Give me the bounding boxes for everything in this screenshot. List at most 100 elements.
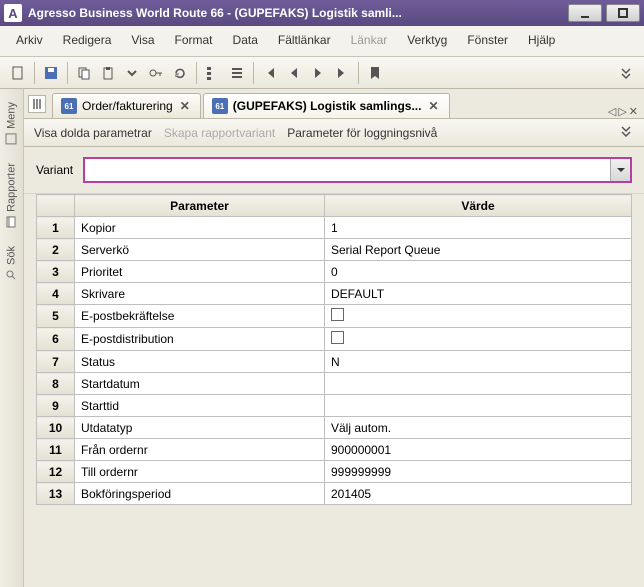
last-icon[interactable] bbox=[330, 61, 354, 85]
list-icon[interactable] bbox=[225, 61, 249, 85]
cell-parameter: Till ordernr bbox=[75, 461, 325, 483]
checkbox[interactable] bbox=[331, 331, 344, 344]
cell-parameter: Bokföringsperiod bbox=[75, 483, 325, 505]
next-icon[interactable] bbox=[306, 61, 330, 85]
cell-parameter: Skrivare bbox=[75, 283, 325, 305]
table-row[interactable]: 8Startdatum bbox=[37, 373, 632, 395]
col-parameter: Parameter bbox=[75, 195, 325, 217]
toolbar-overflow-icon[interactable] bbox=[620, 66, 638, 80]
table-row[interactable]: 9Starttid bbox=[37, 395, 632, 417]
variant-input[interactable] bbox=[85, 159, 610, 181]
link-skapa-rapportvariant: Skapa rapportvariant bbox=[164, 126, 275, 140]
cell-value[interactable]: 201405 bbox=[325, 483, 632, 505]
cell-value[interactable]: Välj autom. bbox=[325, 417, 632, 439]
cell-value[interactable] bbox=[325, 395, 632, 417]
cell-parameter: E-postbekräftelse bbox=[75, 305, 325, 328]
cell-value[interactable] bbox=[325, 305, 632, 328]
key-icon[interactable] bbox=[144, 61, 168, 85]
maximize-button[interactable] bbox=[606, 4, 640, 22]
bookmark-icon[interactable] bbox=[363, 61, 387, 85]
table-row[interactable]: 11Från ordernr900000001 bbox=[37, 439, 632, 461]
menu-hjalp[interactable]: Hjälp bbox=[518, 30, 565, 50]
menu-visa[interactable]: Visa bbox=[121, 30, 164, 50]
cell-value[interactable]: N bbox=[325, 351, 632, 373]
refresh-icon[interactable] bbox=[168, 61, 192, 85]
minimize-button[interactable] bbox=[568, 4, 602, 22]
menu-arkiv[interactable]: Arkiv bbox=[6, 30, 53, 50]
row-number: 1 bbox=[37, 217, 75, 239]
tab-order-fakturering[interactable]: 61 Order/fakturering ✕ bbox=[52, 93, 201, 118]
first-icon[interactable] bbox=[258, 61, 282, 85]
table-row[interactable]: 7StatusN bbox=[37, 351, 632, 373]
rail-tab-sok[interactable]: Sök bbox=[0, 239, 23, 288]
table-row[interactable]: 3Prioritet0 bbox=[37, 261, 632, 283]
paste-icon[interactable] bbox=[96, 61, 120, 85]
link-parameter-loggningsniva[interactable]: Parameter för loggningsnivå bbox=[287, 126, 437, 140]
checkbox[interactable] bbox=[331, 308, 344, 321]
toolbar bbox=[0, 57, 644, 89]
close-icon[interactable]: ✕ bbox=[426, 99, 440, 113]
row-number: 11 bbox=[37, 439, 75, 461]
tab-label: (GUPEFAKS) Logistik samlings... bbox=[233, 99, 422, 113]
tab-close-all-icon[interactable]: ✕ bbox=[629, 105, 638, 118]
cell-parameter: Serverkö bbox=[75, 239, 325, 261]
tab-icon: 61 bbox=[61, 98, 77, 114]
table-row[interactable]: 10UtdatatypVälj autom. bbox=[37, 417, 632, 439]
table-row[interactable]: 6E-postdistribution bbox=[37, 328, 632, 351]
cell-value[interactable]: DEFAULT bbox=[325, 283, 632, 305]
cell-value[interactable] bbox=[325, 328, 632, 351]
menu-fonster[interactable]: Fönster bbox=[457, 30, 518, 50]
menu-bar: Arkiv Redigera Visa Format Data Fältlänk… bbox=[0, 26, 644, 57]
tab-gupefaks-logistik[interactable]: 61 (GUPEFAKS) Logistik samlings... ✕ bbox=[203, 93, 450, 118]
tab-label: Order/fakturering bbox=[82, 99, 173, 113]
cell-value[interactable]: 1 bbox=[325, 217, 632, 239]
cell-parameter: Utdatatyp bbox=[75, 417, 325, 439]
row-number: 7 bbox=[37, 351, 75, 373]
parameter-grid-wrap: Parameter Värde 1Kopior12ServerköSerial … bbox=[24, 194, 644, 513]
tab-scroll-left-icon[interactable]: ◁ bbox=[608, 105, 616, 118]
cell-value[interactable]: 0 bbox=[325, 261, 632, 283]
menu-data[interactable]: Data bbox=[223, 30, 268, 50]
table-row[interactable]: 1Kopior1 bbox=[37, 217, 632, 239]
tree-icon[interactable] bbox=[201, 61, 225, 85]
chevron-down-icon[interactable] bbox=[120, 61, 144, 85]
menu-format[interactable]: Format bbox=[165, 30, 223, 50]
cell-parameter: Från ordernr bbox=[75, 439, 325, 461]
cell-value[interactable]: 999999999 bbox=[325, 461, 632, 483]
cell-parameter: Startdatum bbox=[75, 373, 325, 395]
row-number: 10 bbox=[37, 417, 75, 439]
link-visa-dolda-parametrar[interactable]: Visa dolda parametrar bbox=[34, 126, 152, 140]
tab-scroll-right-icon[interactable]: ▷ bbox=[618, 105, 626, 118]
left-rail: Meny Rapporter Sök bbox=[0, 89, 24, 587]
tab-icon: 61 bbox=[212, 98, 228, 114]
table-row[interactable]: 4SkrivareDEFAULT bbox=[37, 283, 632, 305]
doc-bar-icon[interactable] bbox=[28, 95, 46, 113]
prev-icon[interactable] bbox=[282, 61, 306, 85]
menu-verktyg[interactable]: Verktyg bbox=[397, 30, 457, 50]
subtoolbar-overflow-icon[interactable] bbox=[620, 125, 634, 140]
variant-row: Variant bbox=[24, 147, 644, 194]
dropdown-icon[interactable] bbox=[610, 159, 630, 181]
menu-faltlankar[interactable]: Fältlänkar bbox=[268, 30, 341, 50]
close-icon[interactable]: ✕ bbox=[178, 99, 192, 113]
cell-value[interactable] bbox=[325, 373, 632, 395]
table-row[interactable]: 2ServerköSerial Report Queue bbox=[37, 239, 632, 261]
table-row[interactable]: 13Bokföringsperiod201405 bbox=[37, 483, 632, 505]
row-number: 3 bbox=[37, 261, 75, 283]
cell-value[interactable]: 900000001 bbox=[325, 439, 632, 461]
menu-redigera[interactable]: Redigera bbox=[53, 30, 122, 50]
copy-icon[interactable] bbox=[72, 61, 96, 85]
cell-value[interactable]: Serial Report Queue bbox=[325, 239, 632, 261]
rail-label-meny: Meny bbox=[6, 102, 18, 129]
col-varde: Värde bbox=[325, 195, 632, 217]
table-row[interactable]: 5E-postbekräftelse bbox=[37, 305, 632, 328]
rail-tab-meny[interactable]: Meny bbox=[0, 95, 23, 152]
save-icon[interactable] bbox=[39, 61, 63, 85]
row-number: 6 bbox=[37, 328, 75, 351]
new-icon[interactable] bbox=[6, 61, 30, 85]
sub-toolbar: Visa dolda parametrar Skapa rapportvaria… bbox=[24, 119, 644, 147]
variant-combobox[interactable] bbox=[83, 157, 632, 183]
rail-label-sok: Sök bbox=[6, 246, 18, 265]
rail-tab-rapporter[interactable]: Rapporter bbox=[0, 156, 23, 235]
table-row[interactable]: 12Till ordernr999999999 bbox=[37, 461, 632, 483]
